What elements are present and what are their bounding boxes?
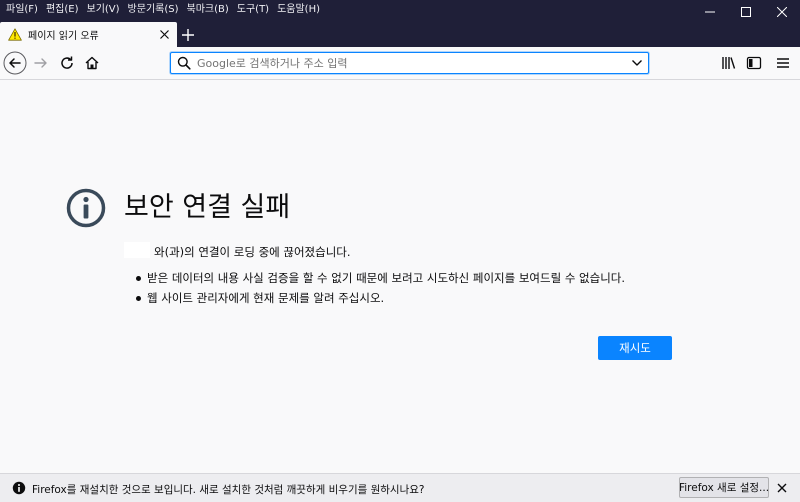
error-description: 와(과)의 연결이 로딩 중에 끊어졌습니다. — [154, 245, 351, 259]
error-title: 보안 연결 실패 — [124, 192, 291, 223]
warning-icon — [8, 28, 22, 41]
home-icon — [85, 56, 99, 70]
minimize-icon — [705, 11, 715, 13]
info-icon — [66, 188, 106, 228]
new-tab-button[interactable] — [179, 26, 197, 44]
list-item: 받은 데이터의 내용 사실 검증을 할 수 없기 때문에 보려고 시도하신 페이… — [136, 268, 625, 288]
notification-close-button[interactable] — [775, 481, 789, 495]
forward-icon — [34, 58, 47, 68]
redacted-hostname — [124, 242, 150, 258]
retry-button[interactable]: 재시도 — [598, 336, 672, 360]
close-icon — [777, 7, 787, 17]
tab-title: 페이지 읽기 오류 — [28, 31, 99, 42]
tab-close-button[interactable] — [157, 28, 171, 42]
chevron-down-icon[interactable] — [630, 56, 644, 70]
menu-button[interactable] — [771, 51, 795, 75]
library-icon — [722, 57, 736, 69]
error-details-list: 받은 데이터의 내용 사실 검증을 할 수 없기 때문에 보려고 시도하신 페이… — [136, 268, 625, 308]
forward-button[interactable] — [29, 51, 53, 75]
search-icon — [177, 56, 191, 70]
tab-error-page[interactable]: 페이지 읽기 오류 — [0, 22, 177, 47]
address-bar[interactable]: Google로 검색하거나 주소 입력 — [170, 52, 649, 74]
window-controls — [692, 0, 800, 24]
library-button[interactable] — [717, 51, 741, 75]
refresh-firefox-button[interactable]: Firefox 새로 설정... — [679, 477, 769, 498]
menu-bookmarks[interactable]: 북마크(B) — [183, 0, 233, 20]
menu-edit[interactable]: 편집(E) — [42, 0, 83, 20]
maximize-button[interactable] — [728, 0, 764, 24]
back-icon — [3, 51, 27, 75]
bullet-icon — [136, 295, 141, 301]
reload-button[interactable] — [55, 51, 79, 75]
list-item: 웹 사이트 관리자에게 현재 문제를 알려 주십시오. — [136, 288, 625, 308]
sidebar-button[interactable] — [742, 51, 766, 75]
menu-history[interactable]: 방문기록(S) — [124, 0, 183, 20]
menu-tools[interactable]: 도구(T) — [233, 0, 273, 20]
reload-icon — [61, 56, 73, 69]
maximize-icon — [741, 7, 751, 17]
notification-text: Firefox를 재설치한 것으로 보입니다. 새로 설치한 것처럼 깨끗하게 … — [32, 484, 425, 496]
close-icon — [777, 483, 787, 493]
sidebar-icon — [746, 56, 762, 70]
address-placeholder: Google로 검색하거나 주소 입력 — [197, 57, 348, 70]
menu-help[interactable]: 도움말(H) — [273, 0, 324, 20]
menu-bar: 파일(F) 편집(E) 보기(V) 방문기록(S) 북마크(B) 도구(T) 도… — [0, 0, 324, 20]
notification-bar: Firefox를 재설치한 것으로 보입니다. 새로 설치한 것처럼 깨끗하게 … — [0, 473, 800, 502]
minimize-button[interactable] — [692, 0, 728, 24]
plus-icon — [182, 29, 194, 41]
home-button[interactable] — [80, 51, 104, 75]
bullet-icon — [136, 275, 141, 281]
menu-file[interactable]: 파일(F) — [2, 0, 42, 20]
menu-view[interactable]: 보기(V) — [83, 0, 124, 20]
menu-icon — [777, 58, 789, 68]
close-icon — [159, 30, 169, 39]
close-window-button[interactable] — [764, 0, 800, 24]
back-button[interactable] — [3, 51, 27, 75]
title-bar: 파일(F) 편집(E) 보기(V) 방문기록(S) 북마크(B) 도구(T) 도… — [0, 0, 800, 47]
info-icon — [12, 481, 26, 495]
